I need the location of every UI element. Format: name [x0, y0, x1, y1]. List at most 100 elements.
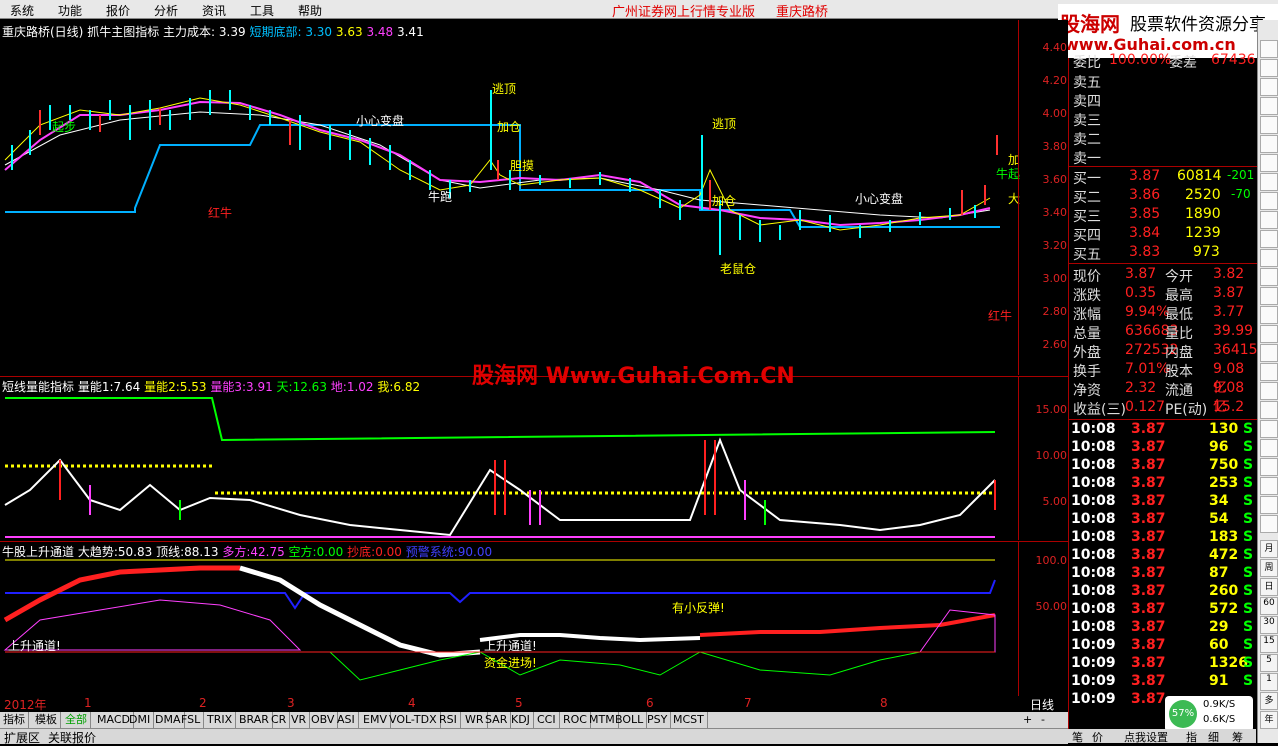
toolbar-icon[interactable] — [1260, 287, 1278, 305]
time-label: 8 — [880, 696, 888, 710]
tick-time: 10:08 — [1071, 457, 1116, 473]
tick-side: S — [1243, 511, 1254, 527]
time-label: 1 — [84, 696, 92, 710]
menu-analysis[interactable]: 分析 — [154, 2, 178, 19]
toolbar-button[interactable]: 60 — [1260, 597, 1278, 615]
tab-mcst[interactable]: MCST — [670, 712, 708, 728]
toolbar-icon[interactable] — [1260, 515, 1278, 533]
tick-price: 3.87 — [1131, 547, 1166, 563]
toolbar-icon[interactable] — [1260, 363, 1278, 381]
tick-time: 10:08 — [1071, 511, 1116, 527]
anno-bull-start: 牛起 — [996, 167, 1021, 181]
y-tick: 4.00 — [1042, 107, 1068, 120]
value: 100.00% — [1109, 52, 1172, 68]
toolbar-icon[interactable] — [1260, 173, 1278, 191]
anno-rat: 老鼠仓 — [720, 262, 757, 276]
tab-all[interactable]: 全部 — [62, 712, 91, 728]
toolbar-button[interactable]: 5 — [1260, 654, 1278, 672]
toolbar-icon[interactable] — [1260, 116, 1278, 134]
y-tick: 3.40 — [1042, 206, 1068, 219]
time-label: 4 — [408, 696, 416, 710]
menu-quote[interactable]: 报价 — [106, 2, 130, 19]
stat-label: 涨幅 — [1073, 307, 1101, 323]
menu-info[interactable]: 资讯 — [202, 2, 226, 19]
committee-row: 委比 100.00% 委差 67436 — [1069, 52, 1257, 71]
related-quote-tab[interactable]: 关联报价 — [48, 729, 96, 746]
tick-qty: 260 — [1209, 583, 1239, 599]
tab-boll[interactable]: BOLL — [612, 712, 648, 728]
toolbar-button[interactable]: 年 — [1260, 711, 1278, 729]
tab-fsl[interactable]: FSL — [178, 712, 205, 728]
toolbar-icon[interactable] — [1260, 477, 1278, 495]
tick-price: 3.87 — [1131, 673, 1166, 689]
toolbar-icon[interactable] — [1260, 306, 1278, 324]
tick-row: 10:08 3.87 183 S — [1069, 529, 1257, 547]
toolbar-icon[interactable] — [1260, 59, 1278, 77]
toolbar-icon[interactable] — [1260, 268, 1278, 286]
toolbar-icon[interactable] — [1260, 40, 1278, 58]
tab-template[interactable]: 模板 — [32, 712, 61, 728]
stat-label: 收益(三) — [1073, 402, 1126, 418]
tab-cci[interactable]: CCI — [534, 712, 560, 728]
tab-cr[interactable]: CR — [268, 712, 291, 728]
toolbar-icon[interactable] — [1260, 249, 1278, 267]
stat-label: 流通 — [1165, 383, 1193, 399]
toolbar-button[interactable]: 30 — [1260, 616, 1278, 634]
toolbar-icon[interactable] — [1260, 420, 1278, 438]
toolbar-icon[interactable] — [1260, 496, 1278, 514]
tick-row: 10:08 3.87 96 S — [1069, 439, 1257, 457]
tab-rsi[interactable]: RSI — [436, 712, 461, 728]
tab-dmi[interactable]: DMI — [126, 712, 155, 728]
toolbar-button[interactable]: 日 — [1260, 578, 1278, 596]
toolbar-button[interactable]: 周 — [1260, 559, 1278, 577]
toolbar-icon[interactable] — [1260, 135, 1278, 153]
toolbar-button[interactable]: 月 — [1260, 540, 1278, 558]
tab-sar[interactable]: SAR — [482, 712, 512, 728]
bear-area — [328, 651, 921, 681]
toolbar-icon[interactable] — [1260, 439, 1278, 457]
tab-kdj[interactable]: KDJ — [508, 712, 534, 728]
guhai-logo: 股海网 股票软件资源分享 www.Guhai.com.cn — [1058, 4, 1278, 58]
toolbar-icon[interactable] — [1260, 458, 1278, 476]
toolbar-icon[interactable] — [1260, 192, 1278, 210]
tick-side: S — [1243, 457, 1254, 473]
tab-vr[interactable]: VR — [288, 712, 311, 728]
period-label[interactable]: 日线 — [1030, 696, 1054, 713]
toolbar-icon[interactable] — [1260, 78, 1278, 96]
toolbar-button[interactable]: 多 — [1260, 692, 1278, 710]
toolbar-icon[interactable] — [1260, 97, 1278, 115]
tick-row: 10:08 3.87 260 S — [1069, 583, 1257, 601]
panel-separator — [0, 541, 1068, 542]
toolbar-icon[interactable] — [1260, 230, 1278, 248]
tab-trix[interactable]: TRIX — [204, 712, 237, 728]
toolbar-icon[interactable] — [1260, 382, 1278, 400]
tab-indicator[interactable]: 指标 — [0, 712, 29, 728]
menu-help[interactable]: 帮助 — [298, 2, 322, 19]
ext-area-tab[interactable]: 扩展区 — [4, 729, 40, 746]
toolbar-icon[interactable] — [1260, 211, 1278, 229]
vol-v5: 6.82 — [393, 380, 421, 394]
anno-channel-1: 上升通道! — [8, 639, 61, 653]
toolbar-button[interactable]: 1 — [1260, 673, 1278, 691]
tab-asi[interactable]: ASI — [334, 712, 359, 728]
stat-label: 总量 — [1073, 326, 1101, 342]
toolbar-icon[interactable] — [1260, 154, 1278, 172]
toolbar-button[interactable]: 15 — [1260, 635, 1278, 653]
menu-function[interactable]: 功能 — [58, 2, 82, 19]
toolbar-icon[interactable] — [1260, 401, 1278, 419]
minus-button[interactable]: - — [1038, 712, 1048, 728]
tick-qty: 472 — [1209, 547, 1239, 563]
toolbar-icon[interactable] — [1260, 325, 1278, 343]
anno-red-bull-2: 红牛 — [988, 309, 1013, 323]
tick-side: S — [1243, 583, 1254, 599]
stat-label: 今开 — [1165, 269, 1193, 285]
divider — [1069, 419, 1257, 420]
toolbar-icon[interactable] — [1260, 344, 1278, 362]
net-down: 0.6K/S — [1203, 714, 1236, 725]
label: 卖五 — [1073, 75, 1101, 91]
plus-button[interactable]: + — [1020, 712, 1035, 728]
tab-psy[interactable]: PSY — [644, 712, 672, 728]
tab-vol-tdx[interactable]: VOL-TDX — [386, 712, 441, 728]
menu-system[interactable]: 系统 — [10, 2, 34, 19]
menu-tools[interactable]: 工具 — [250, 2, 274, 19]
